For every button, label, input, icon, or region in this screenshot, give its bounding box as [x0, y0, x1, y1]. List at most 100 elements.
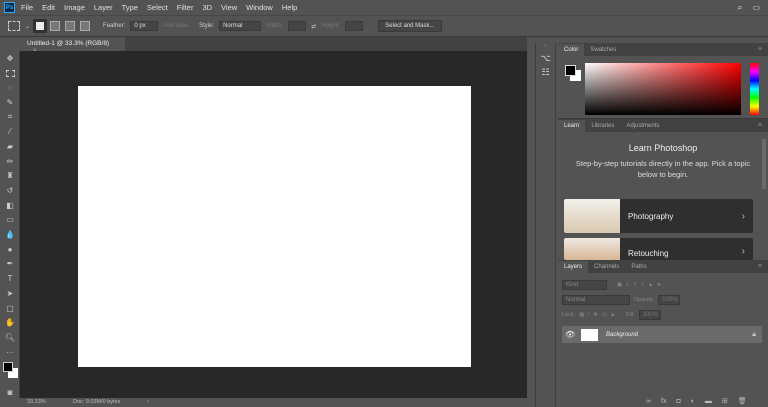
kind-filter[interactable]: Kind — [562, 280, 607, 290]
quick-mask-icon[interactable]: ◙ — [0, 385, 20, 400]
document-canvas[interactable] — [78, 86, 471, 367]
gradient-tool-icon[interactable]: ▭ — [0, 213, 20, 228]
lock-artboard-icon[interactable]: ▭ — [602, 312, 607, 318]
rectangle-tool-icon[interactable]: ▢ — [0, 301, 20, 316]
menu-help[interactable]: Help — [282, 3, 297, 12]
more-tools-icon[interactable]: ··· — [0, 345, 20, 360]
feather-input[interactable]: 0 px — [130, 21, 159, 31]
hand-tool-icon[interactable]: ✋ — [0, 315, 20, 330]
lock-pixels-icon[interactable]: ⁄ — [588, 312, 589, 318]
marquee-preset-icon[interactable] — [8, 21, 20, 31]
fill-input[interactable]: 100% — [638, 310, 661, 320]
type-tool-icon[interactable]: T — [0, 271, 20, 286]
menu-window[interactable]: Window — [246, 3, 273, 12]
search-icon[interactable]: ⌕ — [737, 2, 742, 13]
lasso-tool-icon[interactable]: ◌ — [0, 80, 20, 95]
menu-type[interactable]: Type — [122, 3, 138, 12]
tab-color[interactable]: Color — [558, 44, 585, 56]
menu-view[interactable]: View — [221, 3, 237, 12]
move-tool-icon[interactable]: ✥ — [0, 51, 20, 66]
subtract-selection-button[interactable] — [65, 21, 76, 31]
blur-tool-icon[interactable]: 💧 — [0, 227, 20, 242]
chevron-down-icon[interactable]: ⌄ — [25, 23, 30, 30]
lock-all-icon[interactable]: 🔒︎ — [611, 312, 614, 319]
tab-swatches[interactable]: Swatches — [584, 44, 622, 56]
tab-layers[interactable]: Layers — [558, 261, 589, 273]
tutorial-card-photography[interactable]: Photography › — [564, 199, 753, 233]
path-selection-tool-icon[interactable]: ➤ — [0, 286, 20, 301]
crop-tool-icon[interactable]: ⌗ — [0, 110, 20, 125]
foreground-color[interactable] — [565, 65, 576, 76]
link-layers-icon[interactable]: ∞ — [646, 398, 651, 405]
intersect-selection-button[interactable] — [80, 21, 91, 31]
menu-3d[interactable]: 3D — [202, 3, 212, 12]
height-input[interactable] — [345, 21, 364, 31]
blend-mode-select[interactable]: Normal — [562, 295, 630, 305]
style-select[interactable]: Normal — [219, 21, 262, 31]
lock-transparent-icon[interactable]: ▦ — [579, 312, 584, 318]
marquee-tool-icon[interactable] — [0, 66, 20, 81]
doc-size: Doc: 9.03M/0 bytes — [73, 399, 121, 405]
document-tab[interactable]: Untitled-1 @ 33.3% (RGB/8) × — [20, 37, 125, 54]
history-brush-tool-icon[interactable]: ↺ — [0, 183, 20, 198]
hue-slider[interactable] — [750, 63, 759, 115]
menu-edit[interactable]: Edit — [42, 3, 55, 12]
dodge-tool-icon[interactable]: ● — [0, 242, 20, 257]
quick-select-tool-icon[interactable]: ✎ — [0, 95, 20, 110]
color-swatches[interactable] — [0, 359, 20, 385]
filter-toggle-icon[interactable]: ● — [657, 282, 660, 288]
filter-type-icon[interactable]: T — [634, 282, 637, 288]
menu-layer[interactable]: Layer — [94, 3, 113, 12]
swap-icon[interactable]: ⇄ — [311, 23, 316, 30]
fx-icon[interactable]: fx — [661, 398, 666, 405]
opacity-input[interactable]: 100% — [658, 295, 681, 305]
new-layer-icon[interactable]: ⊞ — [722, 397, 728, 405]
filter-shape-icon[interactable]: ⌑ — [641, 282, 644, 288]
color-field[interactable] — [585, 63, 741, 115]
tab-paths[interactable]: Paths — [625, 261, 652, 273]
panel-menu-icon[interactable]: ≡ — [758, 122, 762, 129]
eraser-tool-icon[interactable]: ◧ — [0, 198, 20, 213]
filter-pixel-icon[interactable]: ▣ — [617, 282, 622, 288]
add-selection-button[interactable] — [50, 21, 61, 31]
add-mask-icon[interactable]: ◘ — [676, 398, 680, 405]
antialias-checkbox[interactable]: Anti-alias — [163, 23, 188, 29]
panel-menu-icon[interactable]: ≡ — [758, 263, 762, 270]
filter-adjustment-icon[interactable]: ◐ — [626, 282, 629, 288]
status-menu-arrow[interactable]: › — [147, 399, 149, 405]
menu-image[interactable]: Image — [64, 3, 85, 12]
delete-layer-icon[interactable]: 🗑︎ — [738, 397, 747, 405]
workspace-icon[interactable]: ▭ — [752, 3, 760, 12]
layer-row[interactable]: 👁︎ Background 🔒︎ — [562, 326, 762, 343]
menu-filter[interactable]: Filter — [177, 3, 194, 12]
tab-libraries[interactable]: Libraries — [585, 120, 620, 132]
eyedropper-tool-icon[interactable]: ⁄ — [0, 124, 20, 139]
right-panels: Color Swatches ≡ Learn Libraries Adjustm… — [558, 43, 768, 407]
color-panel: Color Swatches ≡ — [558, 43, 768, 118]
zoom-level[interactable]: 33.33% — [27, 399, 46, 405]
panel-menu-icon[interactable]: ≡ — [758, 46, 762, 53]
menu-file[interactable]: File — [21, 3, 33, 12]
pen-tool-icon[interactable]: ✒ — [0, 257, 20, 272]
filter-smart-object-icon[interactable]: ▲ — [648, 282, 653, 288]
select-and-mask-button[interactable]: Select and Mask... — [378, 20, 442, 32]
tab-adjustments[interactable]: Adjustments — [620, 120, 665, 132]
adjustment-layer-icon[interactable]: ◐ — [691, 398, 695, 405]
properties-panel-icon[interactable]: ☷ — [536, 67, 555, 81]
zoom-tool-icon[interactable]: 🔍︎ — [0, 330, 20, 345]
menu-select[interactable]: Select — [147, 3, 168, 12]
healing-brush-tool-icon[interactable]: ▰ — [0, 139, 20, 154]
scrollbar[interactable] — [762, 139, 766, 189]
foreground-color-swatch[interactable] — [3, 362, 13, 373]
tab-learn[interactable]: Learn — [558, 120, 586, 132]
visibility-eye-icon[interactable]: 👁︎ — [565, 330, 575, 339]
history-panel-icon[interactable]: ⌥ — [536, 53, 555, 67]
tutorial-card-retouching[interactable]: Retouching › — [564, 238, 753, 260]
brush-tool-icon[interactable]: ✏ — [0, 154, 20, 169]
new-group-icon[interactable]: ▬ — [705, 398, 712, 405]
clone-stamp-tool-icon[interactable]: ♜ — [0, 169, 20, 184]
tab-channels[interactable]: Channels — [588, 261, 625, 273]
new-selection-button[interactable] — [33, 19, 48, 33]
width-input[interactable] — [288, 21, 307, 31]
lock-position-icon[interactable]: ✥ — [593, 312, 598, 318]
